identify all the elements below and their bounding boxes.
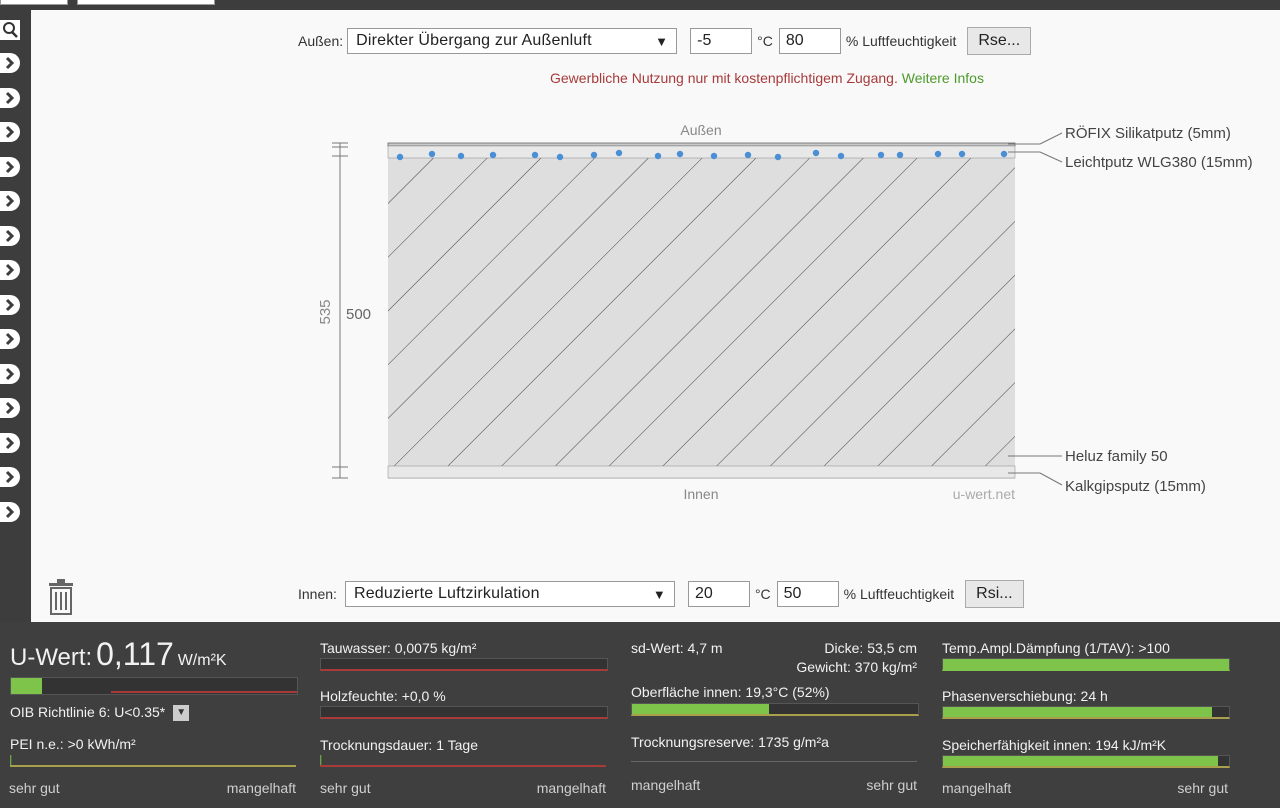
holzfeuchte: Holzfeuchte: +0,0 % <box>320 688 446 704</box>
speicherfaehigkeit: Speicherfähigkeit innen: 194 kJ/m²K <box>942 737 1167 753</box>
scale-good-label: sehr gut <box>320 780 371 796</box>
silikatputz-layer <box>387 142 1016 147</box>
u-value: 0,117 <box>96 636 174 672</box>
dicke: Dicke: 53,5 cm <box>824 640 917 656</box>
layer-label-4: Kalkgipsputz (15mm) <box>1065 478 1206 495</box>
phase-bar <box>942 706 1230 719</box>
layer-label-2: Leichtputz WLG380 (15mm) <box>1065 154 1253 171</box>
tauwasser: Tauwasser: 0,0075 kg/m² <box>320 640 477 656</box>
watermark: u-wert.net <box>953 486 1015 502</box>
oberflaeche-bar-fill <box>632 704 770 714</box>
u-value-bar-limit <box>111 691 297 693</box>
inside-temp-unit: °C <box>754 586 771 602</box>
scale-good-label: sehr gut <box>9 780 60 796</box>
tauwasser-bar <box>320 658 608 671</box>
scale-bad-label: mangelhaft <box>631 777 701 793</box>
inside-transition-value: Reduzierte Luftzirkulation <box>353 585 540 602</box>
inside-controls: Innen: Reduzierte Luftzirkulation ▼ 20 °… <box>298 580 1024 608</box>
gewicht: Gewicht: 370 kg/m² <box>796 659 917 675</box>
kalkgipsputz-layer <box>387 465 1016 479</box>
scale-bad-label: mangelhaft <box>536 780 606 796</box>
oberflaeche-bar <box>631 703 919 716</box>
inside-temperature-input[interactable]: 20 <box>687 581 750 607</box>
u-value-display: U-Wert: 0,117 W/m²K <box>10 636 227 673</box>
u-unit: W/m²K <box>177 652 227 669</box>
dropdown-icon[interactable]: ▼ <box>173 705 190 722</box>
leichtputz-layer <box>387 145 1016 159</box>
outside-side-label: Außen <box>680 122 721 138</box>
trocknungsreserve-bar <box>631 753 917 762</box>
u-value-bar <box>10 677 298 695</box>
trocknungsdauer: Trocknungsdauer: 1 Tage <box>320 737 478 753</box>
total-dimension: 535 <box>317 299 334 324</box>
holzfeuchte-bar <box>320 706 608 719</box>
sd-wert: sd-Wert: 4,7 m <box>631 640 723 656</box>
scale-good-label: sehr gut <box>1177 780 1228 796</box>
tav-bar-fill <box>943 659 1229 669</box>
inside-side-label: Innen <box>683 486 718 502</box>
layer-label-1: RÖFIX Silikatputz (5mm) <box>1065 124 1231 142</box>
pei-bar <box>10 755 296 767</box>
scale-bad-label: mangelhaft <box>226 780 296 796</box>
rsi-button[interactable]: Rsi... <box>965 580 1024 608</box>
oberflaeche-innen: Oberfläche innen: 19,3°C (52%) <box>631 684 830 700</box>
oib-guideline[interactable]: OIB Richtlinie 6: U<0.35* ▼ <box>10 704 190 722</box>
caret-down-icon: ▼ <box>652 586 666 602</box>
phasenverschiebung: Phasenverschiebung: 24 h <box>942 688 1108 704</box>
scale-good-label: sehr gut <box>866 777 917 793</box>
trash-icon[interactable] <box>46 578 76 619</box>
tav: Temp.Ampl.Dämpfung (1/TAV): >100 <box>942 640 1170 656</box>
inner-dimension: 500 <box>346 306 371 323</box>
tav-bar <box>942 658 1230 671</box>
phase-bar-fill <box>943 707 1212 717</box>
brick-layer <box>388 158 1015 466</box>
scale-bad-label: mangelhaft <box>942 780 1012 796</box>
inside-label: Innen: <box>298 586 337 602</box>
oib-text: OIB Richtlinie 6: U<0.35* <box>10 704 166 720</box>
wall-diagram: 535 500 Außen Innen u-wert.net RÖFIX Sil… <box>317 122 1253 502</box>
u-value-bar-fill <box>11 678 43 694</box>
speicher-bar-fill <box>943 756 1218 766</box>
pei-value: PEI n.e.: >0 kWh/m² <box>10 736 136 752</box>
leader-lines <box>1008 132 1063 486</box>
inside-humidity-unit: % Luftfeuchtigkeit <box>843 586 955 602</box>
inside-transition-select[interactable]: Reduzierte Luftzirkulation ▼ <box>344 581 675 607</box>
layer-label-3: Heluz family 50 <box>1065 448 1168 465</box>
trocknungsreserve: Trocknungsreserve: 1735 g/m²a <box>631 734 829 750</box>
inside-humidity-input[interactable]: 50 <box>776 581 839 607</box>
trocknungsdauer-bar <box>320 755 606 767</box>
u-label: U-Wert: <box>10 644 93 671</box>
results-panel: U-Wert: 0,117 W/m²K OIB Richtlinie 6: U<… <box>0 622 1280 808</box>
speicher-bar <box>942 755 1230 768</box>
